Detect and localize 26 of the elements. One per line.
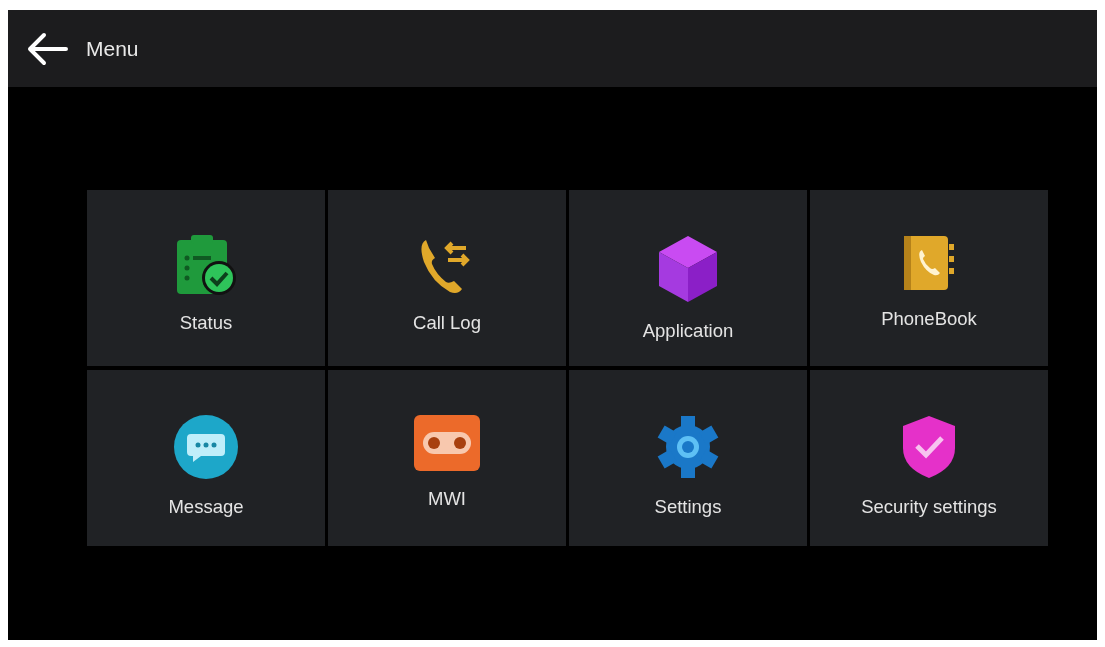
back-arrow-icon xyxy=(26,31,68,66)
menu-tile[interactable]: Settings xyxy=(569,370,807,546)
tile-label: PhoneBook xyxy=(881,308,977,330)
voicemail-icon xyxy=(413,414,481,472)
menu-tile[interactable]: Status xyxy=(87,190,325,366)
gear-icon xyxy=(655,414,721,480)
menu-tile[interactable]: Message xyxy=(87,370,325,546)
address-book-icon xyxy=(902,234,956,292)
tile-label: Call Log xyxy=(413,312,481,334)
menu-tile[interactable]: Application xyxy=(569,190,807,366)
tile-label: Application xyxy=(642,320,734,342)
menu-tile[interactable]: PhoneBook xyxy=(810,190,1048,366)
cube-icon xyxy=(657,234,719,304)
tile-label: Security settings xyxy=(861,496,997,518)
menu-tile[interactable]: MWI xyxy=(328,370,566,546)
menu-tile[interactable]: Call Log xyxy=(328,190,566,366)
page-title: Menu xyxy=(86,36,139,61)
tile-label: MWI xyxy=(428,488,466,510)
shield-check-icon xyxy=(901,414,957,480)
tile-label: Status xyxy=(179,312,233,334)
clipboard-check-icon xyxy=(175,234,237,296)
back-button[interactable] xyxy=(26,31,68,66)
chat-bubble-icon xyxy=(173,414,239,480)
menu-tile[interactable]: Security settings xyxy=(810,370,1048,546)
tile-label: Message xyxy=(168,496,244,518)
tile-label: Settings xyxy=(654,496,722,518)
